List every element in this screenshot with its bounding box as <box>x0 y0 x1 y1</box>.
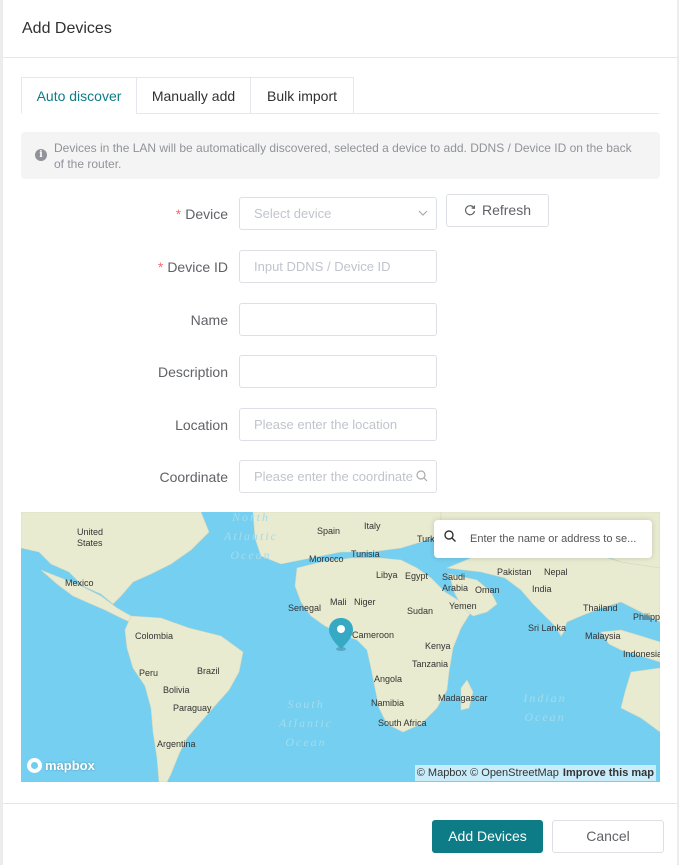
coordinate-row: Coordinate Please enter the coordinate <box>3 460 677 494</box>
description-row: Description <box>3 355 677 389</box>
mapbox-logo-text: mapbox <box>45 758 95 773</box>
coordinate-input[interactable]: Please enter the coordinate <box>239 460 437 493</box>
map-label-sri-lanka: Sri Lanka <box>528 623 567 633</box>
tab-bulk-import[interactable]: Bulk import <box>250 77 354 114</box>
dialog-footer: Add Devices Cancel <box>3 803 677 865</box>
map-label-sudan: Sudan <box>407 606 434 616</box>
cancel-button[interactable]: Cancel <box>552 820 664 853</box>
map-label-pakistan: Pakistan <box>497 567 532 577</box>
map-label-oman: Oman <box>475 585 500 595</box>
device-label: * Device <box>175 206 228 222</box>
map-label-libya: Libya <box>376 570 398 580</box>
map-label-argentina: Argentina <box>157 739 196 749</box>
map-label-angola: Angola <box>374 674 403 684</box>
map-label-yemen: Yemen <box>449 601 477 611</box>
device-row: * Device Select device Refresh <box>3 194 677 231</box>
map-label-turk: Turk <box>417 534 435 544</box>
device-id-row: * Device ID Input DDNS / Device ID <box>3 250 677 284</box>
refresh-icon <box>464 196 476 227</box>
device-select[interactable]: Select device <box>239 197 437 230</box>
map-label-peru: Peru <box>139 668 159 678</box>
map-label-united-states: United States <box>77 527 104 548</box>
map-search-placeholder: Enter the name or address to se... <box>470 533 637 545</box>
map-label-spain: Spain <box>317 526 341 536</box>
map-label-nepal: Nepal <box>544 567 568 577</box>
mapbox-logo[interactable]: mapbox <box>27 758 95 773</box>
location-map[interactable]: North Atlantic Ocean South Atlantic Ocea… <box>21 512 660 782</box>
map-label-south-africa: South Africa <box>378 718 427 728</box>
attribution-text[interactable]: © Mapbox © OpenStreetMap <box>417 767 559 779</box>
map-label-kenya: Kenya <box>425 641 451 651</box>
map-label-bolivia: Bolivia <box>163 685 190 695</box>
ocean-label-south-atlantic: South Atlantic Ocean <box>279 697 333 749</box>
map-attribution: © Mapbox © OpenStreetMap Improve this map <box>414 765 656 781</box>
ocean-label-indian: Indian Ocean <box>523 691 567 724</box>
map-label-indonesia: Indonesia <box>623 649 660 659</box>
refresh-label: Refresh <box>481 202 532 218</box>
coordinate-label: Coordinate <box>159 469 229 485</box>
search-icon[interactable] <box>416 461 428 492</box>
map-label-brazil: Brazil <box>197 666 220 676</box>
required-mark: * <box>175 206 182 222</box>
map-label-tunisia: Tunisia <box>351 549 380 559</box>
map-label-philippines: Philipp <box>633 612 660 622</box>
device-select-placeholder: Select device <box>254 206 332 221</box>
tab-manually-add[interactable]: Manually add <box>136 77 251 114</box>
map-label-mali: Mali <box>330 597 347 607</box>
map-label-malaysia: Malaysia <box>585 631 621 641</box>
map-label-saudi-arabia: Saudi Arabia <box>442 572 469 593</box>
name-label: Name <box>190 312 228 328</box>
ocean-label-north-atlantic: North Atlantic Ocean <box>224 512 278 562</box>
chevron-down-icon <box>418 198 428 229</box>
location-input[interactable]: Please enter the location <box>239 408 437 441</box>
dialog-header: Add Devices <box>3 0 677 58</box>
map-label-tanzania: Tanzania <box>412 659 449 669</box>
map-label-cameroon: Cameroon <box>352 630 395 640</box>
map-label-thailand: Thailand <box>583 603 618 613</box>
map-label-senegal: Senegal <box>288 603 322 613</box>
map-label-niger: Niger <box>354 597 376 607</box>
add-devices-button[interactable]: Add Devices <box>432 820 543 853</box>
map-label-egypt: Egypt <box>405 571 429 581</box>
mapbox-logo-icon <box>27 758 42 773</box>
alert-text: Devices in the LAN will be automatically… <box>54 141 632 171</box>
map-label-colombia: Colombia <box>135 631 174 641</box>
map-label-india: India <box>532 584 552 594</box>
map-label-namibia: Namibia <box>371 698 405 708</box>
map-label-madagascar: Madagascar <box>438 693 488 703</box>
dialog-title: Add Devices <box>22 20 112 37</box>
map-label-paraguay: Paraguay <box>173 703 212 713</box>
map-label-morocco: Morocco <box>309 554 344 564</box>
add-devices-dialog: Add Devices Auto discover Manually add B… <box>3 0 677 865</box>
name-row: Name <box>3 303 677 337</box>
info-alert: i Devices in the LAN will be automatical… <box>21 132 660 179</box>
tab-auto-discover[interactable]: Auto discover <box>21 77 137 114</box>
device-id-label: * Device ID <box>157 259 228 275</box>
location-row: Location Please enter the location <box>3 408 677 442</box>
location-label: Location <box>175 417 228 433</box>
name-input[interactable] <box>239 303 437 336</box>
improve-map-link[interactable]: Improve this map <box>563 767 654 779</box>
device-id-input[interactable]: Input DDNS / Device ID <box>239 250 437 283</box>
description-label: Description <box>157 364 228 380</box>
info-icon: i <box>35 149 47 161</box>
map-search-input[interactable]: Enter the name or address to se... <box>434 520 652 558</box>
search-icon <box>444 530 456 542</box>
refresh-button[interactable]: Refresh <box>446 194 549 227</box>
map-label-mexico: Mexico <box>65 578 94 588</box>
map-label-italy: Italy <box>364 521 381 531</box>
tab-bar: Auto discover Manually add Bulk import <box>21 77 659 114</box>
required-mark: * <box>157 259 164 275</box>
description-input[interactable] <box>239 355 437 388</box>
